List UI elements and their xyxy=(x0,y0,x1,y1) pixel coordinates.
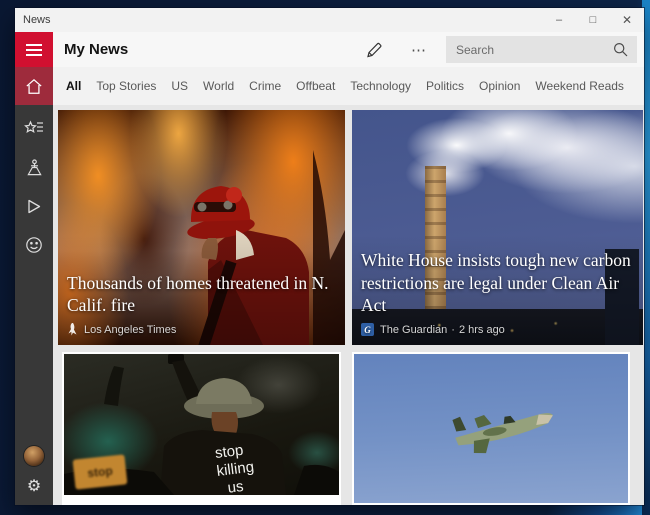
see-more-button[interactable]: ⋯ xyxy=(411,41,427,59)
guardian-logo-icon: G xyxy=(361,323,374,336)
news-feed: Thousands of homes threatened in N. Cali… xyxy=(53,105,644,505)
minimize-button[interactable]: – xyxy=(542,8,576,32)
article-card-jet[interactable] xyxy=(352,352,630,505)
protest-photo: stop killing us stop xyxy=(64,354,339,495)
star-list-icon xyxy=(24,119,44,137)
play-icon xyxy=(26,198,42,215)
category-tabs: All Top Stories US World Crime Offbeat T… xyxy=(53,67,644,105)
shirt-text-line1: stop xyxy=(214,442,244,462)
tab-politics[interactable]: Politics xyxy=(426,79,464,93)
sidebar-item-offbeat[interactable] xyxy=(24,235,44,255)
smiley-icon xyxy=(25,236,43,254)
settings-gear-icon[interactable]: ⚙ xyxy=(27,479,41,495)
article-headline[interactable]: Thousands of homes threatened in N. Cali… xyxy=(67,272,333,316)
article-headline[interactable]: White House insists tough new carbon res… xyxy=(361,249,631,316)
background-sign: stop xyxy=(72,454,128,490)
monument-icon xyxy=(25,158,44,177)
article-source: The Guardian xyxy=(380,323,448,336)
user-avatar[interactable] xyxy=(24,446,44,466)
article-source-line: Los Angeles Times xyxy=(67,323,333,336)
search-icon[interactable] xyxy=(613,42,628,57)
sidebar-item-interests[interactable] xyxy=(24,118,44,138)
tab-opinion[interactable]: Opinion xyxy=(479,79,520,93)
la-times-logo-icon xyxy=(67,323,78,336)
app-header: My News ⋯ xyxy=(53,32,644,67)
titlebar[interactable]: News – □ ✕ xyxy=(15,8,644,32)
article-time: 2 hrs ago xyxy=(458,323,505,336)
tab-us[interactable]: US xyxy=(171,79,188,93)
home-icon xyxy=(25,78,43,95)
article-card-protest[interactable]: stop killing us stop xyxy=(62,352,341,505)
article-card-carbon[interactable]: White House insists tough new carbon res… xyxy=(352,110,643,345)
article-source-line: G The Guardian · 2 hrs ago xyxy=(361,323,631,336)
window-title: News xyxy=(23,14,51,26)
tab-crime[interactable]: Crime xyxy=(249,79,281,93)
article-source: Los Angeles Times xyxy=(84,323,177,336)
sidebar-item-videos[interactable] xyxy=(24,196,44,216)
meta-separator: · xyxy=(451,323,455,336)
sidebar-item-home[interactable] xyxy=(15,67,53,105)
tab-offbeat[interactable]: Offbeat xyxy=(296,79,335,93)
tab-world[interactable]: World xyxy=(203,79,234,93)
shirt-text-line3: us xyxy=(227,478,245,495)
hamburger-menu-button[interactable] xyxy=(15,32,53,67)
tab-top-stories[interactable]: Top Stories xyxy=(96,79,156,93)
hamburger-icon xyxy=(26,43,42,56)
tab-weekend-reads[interactable]: Weekend Reads xyxy=(535,79,624,93)
tab-all[interactable]: All xyxy=(66,79,81,93)
tab-technology[interactable]: Technology xyxy=(350,79,411,93)
window-controls: – □ ✕ xyxy=(542,8,644,32)
sidebar-item-local[interactable] xyxy=(24,157,44,177)
jet-photo xyxy=(354,354,628,503)
jet-silhouette xyxy=(452,413,553,454)
page-title: My News xyxy=(64,41,129,58)
sidebar: ⚙ xyxy=(15,32,53,505)
article-card-wildfire[interactable]: Thousands of homes threatened in N. Cali… xyxy=(58,110,345,345)
edit-interests-button[interactable] xyxy=(365,41,383,59)
search-input[interactable] xyxy=(446,42,613,57)
maximize-button[interactable]: □ xyxy=(576,8,610,32)
search-box[interactable] xyxy=(446,36,637,63)
news-app-window: News – □ ✕ ⚙ My News ⋯ Search All Top St… xyxy=(15,8,644,505)
close-button[interactable]: ✕ xyxy=(610,8,644,32)
